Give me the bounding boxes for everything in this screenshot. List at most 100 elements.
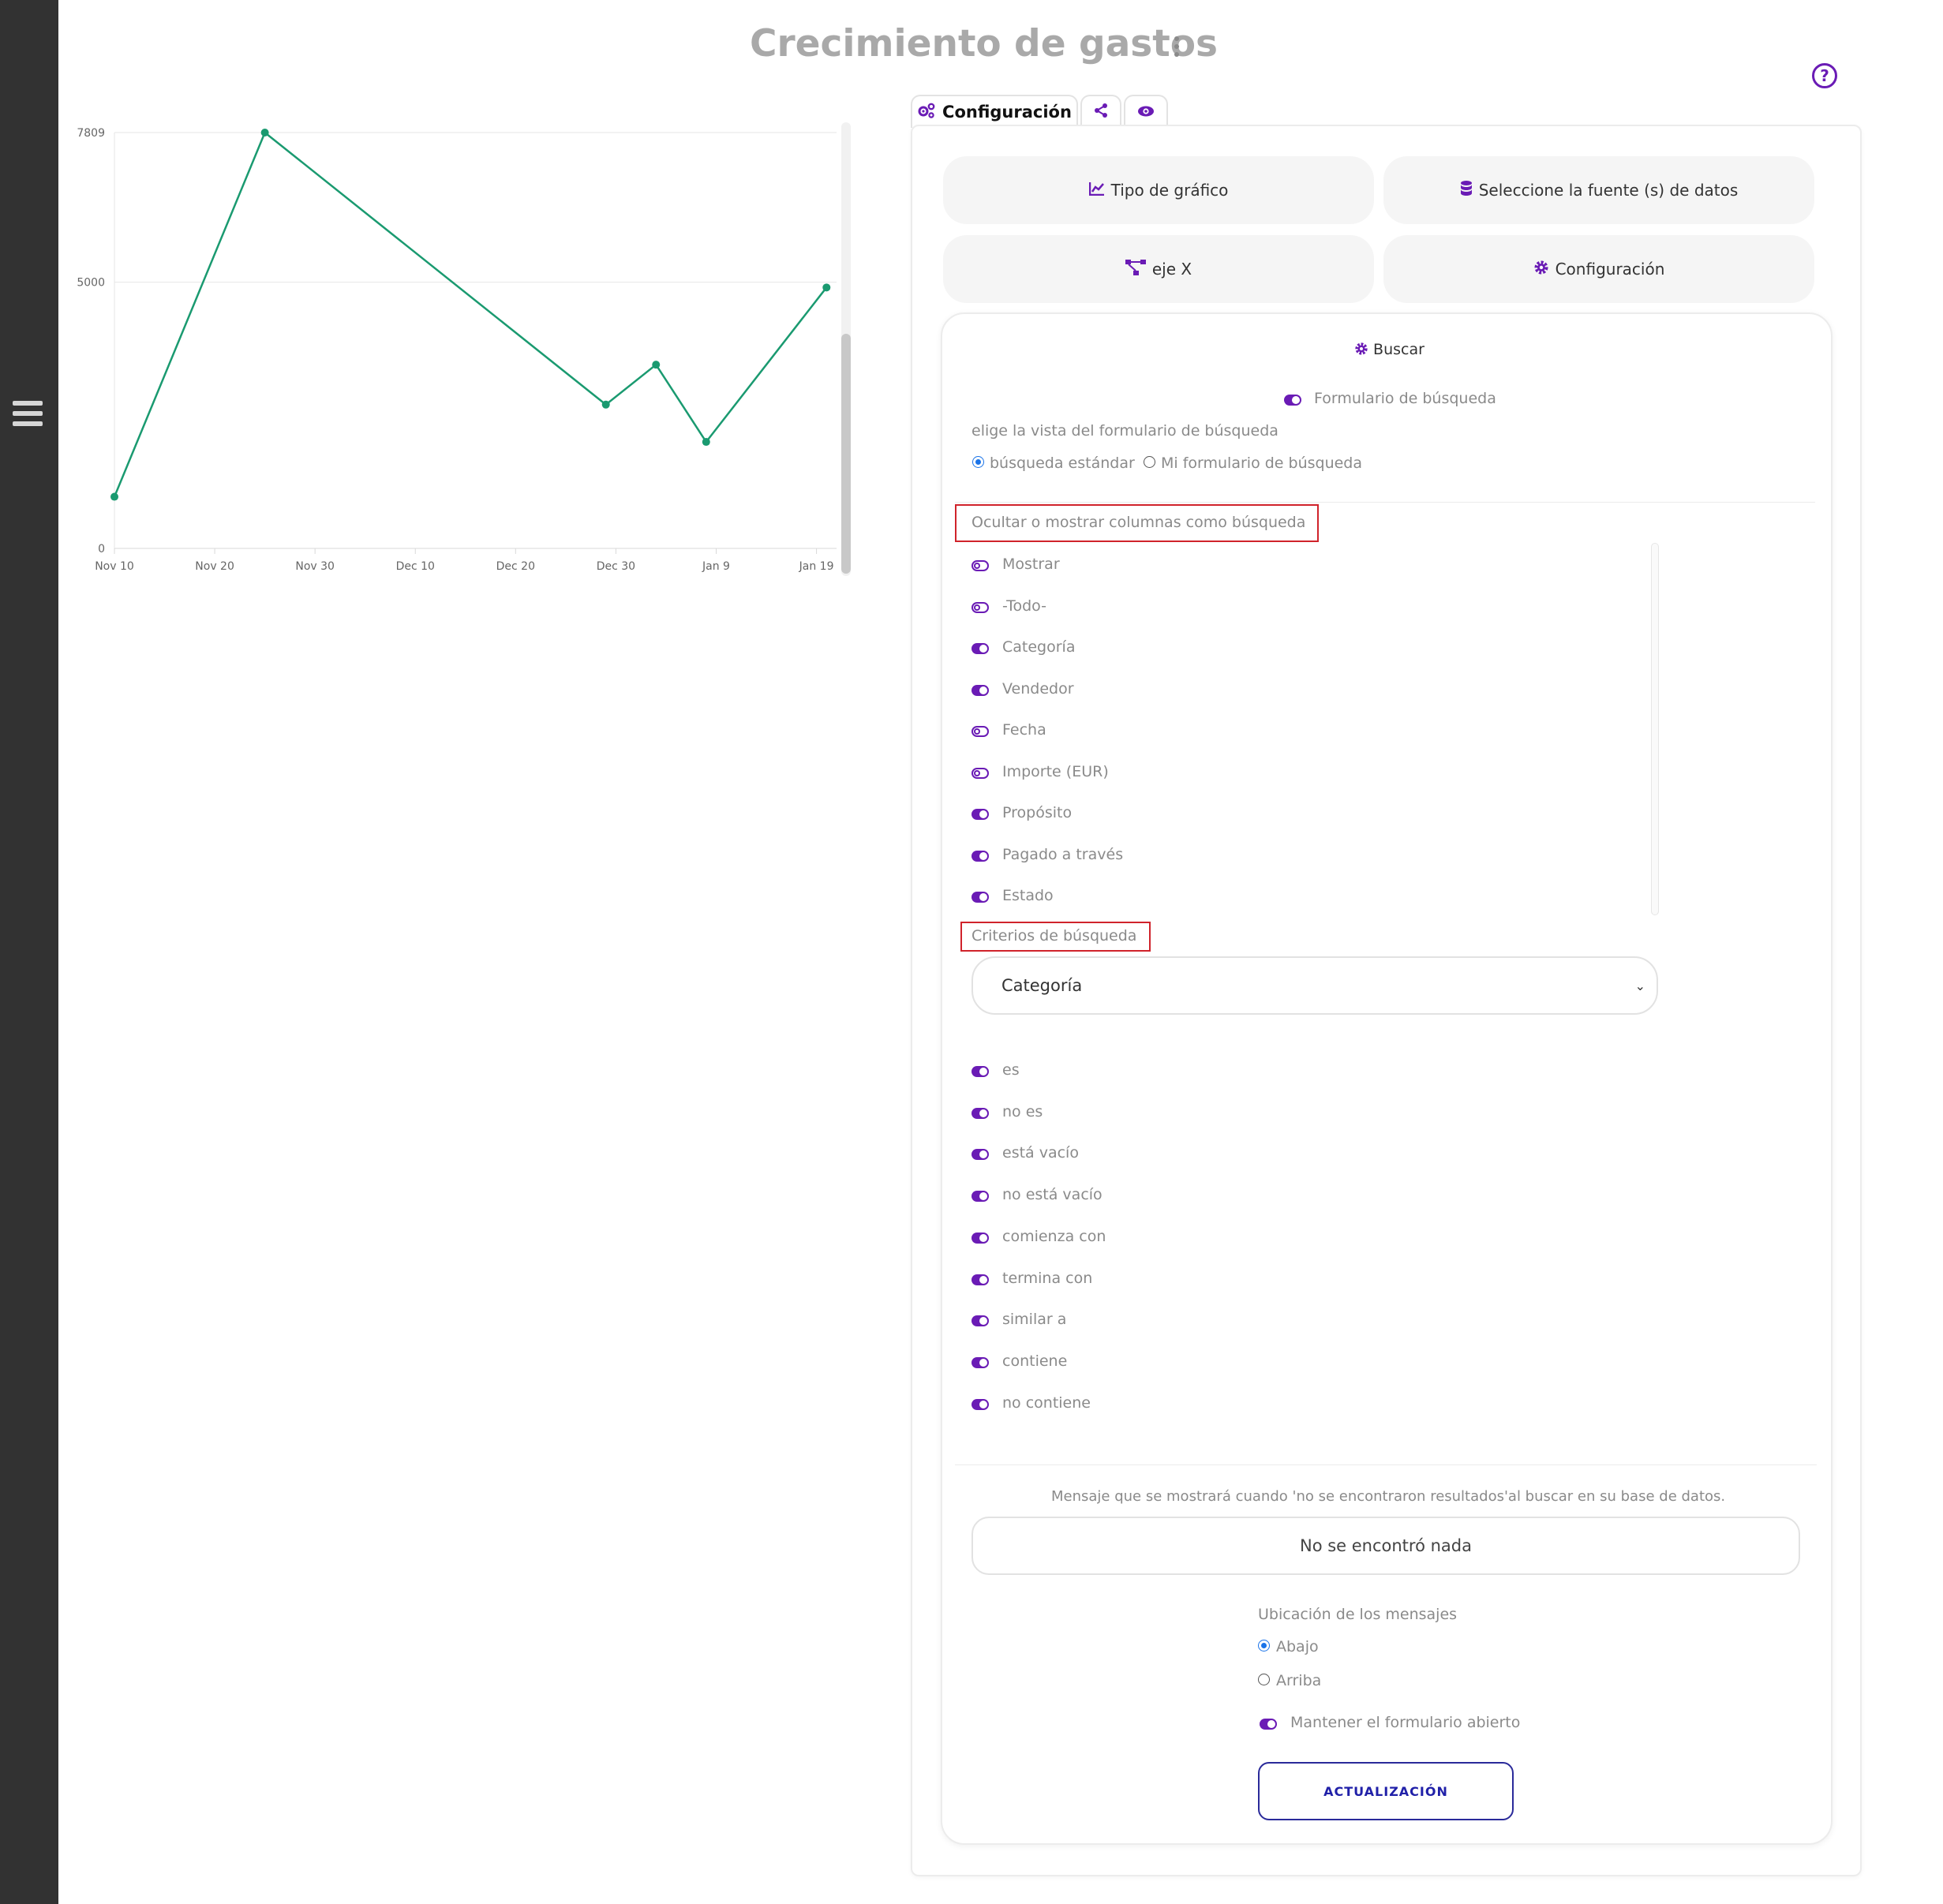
operator-item-toggle[interactable] <box>972 1398 989 1410</box>
data-point <box>601 400 610 409</box>
operator-item-toggle[interactable] <box>972 1191 989 1203</box>
chart-type-label: Tipo de gráfico <box>1110 181 1229 200</box>
column-item-label: Categoría <box>1002 638 1076 656</box>
column-item-label: -Todo- <box>1002 597 1047 615</box>
column-item-label: Importe (EUR) <box>1002 762 1109 780</box>
no-results-input[interactable]: No se encontró nada <box>972 1517 1800 1575</box>
chart-type-button[interactable]: Tipo de gráfico <box>943 156 1374 224</box>
operator-item-label: similar a <box>1002 1311 1067 1329</box>
column-item-label: Propósito <box>1002 804 1073 821</box>
column-item-toggle[interactable] <box>972 726 989 737</box>
column-item-label: Estado <box>1002 887 1054 904</box>
view-radio-standard[interactable] <box>972 456 984 468</box>
share-icon <box>1094 103 1108 122</box>
help-icon[interactable]: ? <box>1812 63 1837 88</box>
chart-scrollbar[interactable] <box>841 122 851 576</box>
column-item-toggle[interactable] <box>972 643 989 654</box>
data-point <box>822 283 831 292</box>
tab-config[interactable]: Configuración <box>911 95 1078 128</box>
data-source-button[interactable]: Seleccione la fuente (s) de datos <box>1383 156 1814 224</box>
column-item-toggle[interactable] <box>972 767 989 779</box>
x-axis-label: eje X <box>1151 260 1192 279</box>
database-icon <box>1460 180 1473 200</box>
kebab-icon[interactable] <box>1174 36 1182 60</box>
tab-share[interactable] <box>1080 95 1121 128</box>
settings-button[interactable]: Configuración <box>1383 235 1814 303</box>
operator-item-label: termina con <box>1002 1269 1093 1287</box>
location-option-top: Arriba <box>1276 1672 1322 1689</box>
operator-item-toggle[interactable] <box>972 1107 989 1119</box>
page-title: Crecimiento de gastos <box>750 22 1219 65</box>
search-form-toggle-label: Formulario de búsqueda <box>1314 390 1496 407</box>
location-label: Ubicación de los mensajes <box>1258 1606 1458 1623</box>
operator-item-toggle[interactable] <box>972 1356 989 1368</box>
x-tick-label: Dec 10 <box>396 560 435 573</box>
criteria-label: Criterios de búsqueda <box>972 927 1137 945</box>
update-button[interactable]: ACTUALIZACIÓN <box>1258 1762 1514 1820</box>
search-form-toggle[interactable] <box>1284 395 1301 406</box>
view-radio-custom[interactable] <box>1144 456 1155 468</box>
operator-item-toggle[interactable] <box>972 1274 989 1285</box>
operator-item-label: contiene <box>1002 1352 1068 1370</box>
column-item-toggle[interactable] <box>972 850 989 862</box>
operator-item-label: es <box>1002 1061 1020 1079</box>
criteria-select[interactable]: Categoría ⌄ <box>972 956 1658 1015</box>
gears-icon <box>917 103 936 122</box>
location-radio-top[interactable] <box>1258 1674 1270 1685</box>
settings-label: Configuración <box>1555 260 1665 279</box>
operator-item-toggle[interactable] <box>972 1149 989 1161</box>
gear-icon <box>1354 341 1373 358</box>
columns-label: Ocultar o mostrar columnas como búsqueda <box>972 514 1306 531</box>
operator-item-label: no contiene <box>1002 1393 1091 1412</box>
data-point <box>110 492 118 501</box>
x-tick-label: Nov 20 <box>195 560 234 573</box>
columns-scrollbar[interactable] <box>1651 543 1659 915</box>
search-view-label: elige la vista del formulario de búsqued… <box>972 422 1278 440</box>
column-item-toggle[interactable] <box>972 684 989 696</box>
operator-item-label: comienza con <box>1002 1227 1106 1245</box>
column-item-label: Pagado a través <box>1002 845 1124 863</box>
y-tick-label: 7809 <box>77 127 105 140</box>
x-tick-label: Jan 9 <box>702 560 730 573</box>
y-tick-label: 0 <box>98 543 105 555</box>
x-tick-label: Nov 10 <box>95 560 134 573</box>
keep-open-label: Mantener el formulario abierto <box>1290 1714 1521 1731</box>
operator-item-label: está vacío <box>1002 1144 1079 1162</box>
x-axis-button[interactable]: eje X <box>943 235 1374 303</box>
chart-scrollbar-thumb[interactable] <box>841 334 851 574</box>
y-tick-label: 5000 <box>77 277 105 290</box>
column-item-toggle[interactable] <box>972 892 989 903</box>
series-line <box>113 130 828 498</box>
operator-item-toggle[interactable] <box>972 1315 989 1327</box>
gear-icon <box>1533 260 1549 279</box>
nodes-icon <box>1125 259 1146 279</box>
view-option-custom: Mi formulario de búsqueda <box>1161 454 1363 472</box>
no-results-value: No se encontró nada <box>1299 1536 1472 1555</box>
no-results-label: Mensaje que se mostrará cuando 'no se en… <box>1051 1488 1726 1505</box>
x-tick-label: Dec 20 <box>496 560 535 573</box>
keep-open-toggle[interactable] <box>1260 1719 1277 1730</box>
sidebar <box>0 0 58 1904</box>
view-option-standard: búsqueda estándar <box>990 454 1135 472</box>
settings-tabs: Configuración <box>911 95 1170 128</box>
column-item-label: Mostrar <box>1002 555 1060 573</box>
hamburger-icon[interactable] <box>13 401 43 428</box>
operator-item-toggle[interactable] <box>972 1232 989 1244</box>
x-tick-label: Dec 30 <box>597 560 635 573</box>
criteria-select-value: Categoría <box>1001 976 1083 995</box>
x-tick-label: Nov 30 <box>295 560 335 573</box>
line-chart: 0 5000 7809 Nov 10 Nov 20 Nov 30 Dec 10 Dec 20 D… <box>77 127 837 573</box>
eye-icon <box>1137 103 1155 122</box>
location-radio-bottom[interactable] <box>1258 1640 1270 1652</box>
data-source-label: Seleccione la fuente (s) de datos <box>1478 181 1739 200</box>
line-chart-icon <box>1088 181 1105 200</box>
column-item-label: Vendedor <box>1002 679 1074 698</box>
data-point <box>652 361 661 369</box>
column-item-toggle[interactable] <box>972 809 989 820</box>
column-item-toggle[interactable] <box>972 601 989 613</box>
column-item-toggle[interactable] <box>972 560 989 571</box>
data-point <box>260 129 269 137</box>
tab-preview[interactable] <box>1124 95 1168 128</box>
operator-item-toggle[interactable] <box>972 1066 989 1077</box>
location-option-bottom: Abajo <box>1276 1638 1319 1655</box>
